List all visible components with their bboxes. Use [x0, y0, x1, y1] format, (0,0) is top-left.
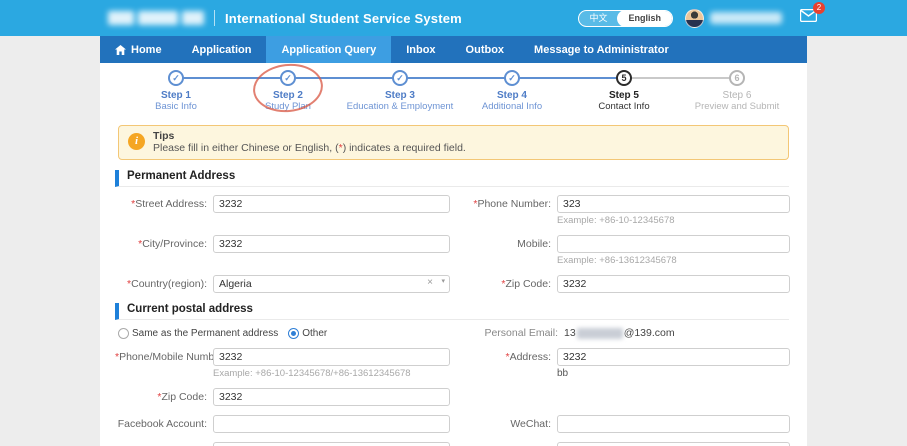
personal-email-label: Personal Email:: [457, 327, 564, 339]
wizard-step-6[interactable]: 6 Step 6 Preview and Submit: [677, 70, 797, 112]
linkedin-label: LinkedIn Account:: [115, 441, 213, 446]
zip-code-input[interactable]: [557, 275, 790, 293]
radio-same-as-permanent[interactable]: Same as the Permanent address: [118, 328, 278, 339]
personal-email-value: 13@139.com: [564, 327, 675, 339]
street-address-label: *Street Address:: [115, 194, 213, 226]
nav-application-query[interactable]: Application Query: [266, 36, 391, 63]
main-nav: Home Application Application Query Inbox…: [100, 36, 807, 63]
wizard-step-3[interactable]: ✓ Step 3 Education & Employment: [340, 70, 460, 112]
facebook-label: Facebook Account:: [115, 414, 213, 433]
system-title: International Student Service System: [225, 11, 462, 26]
step-title: Step 6: [677, 90, 797, 101]
city-province-label: *City/Province:: [115, 234, 213, 266]
info-icon: i: [128, 133, 145, 150]
step-title: Step 1: [116, 90, 236, 101]
street-address-input[interactable]: [213, 195, 450, 213]
mail-button[interactable]: 2: [800, 9, 817, 27]
lang-english-button[interactable]: English: [617, 10, 672, 27]
content-panel: ✓ Step 1 Basic Info ✓ Step 2 Study Plan …: [100, 63, 807, 446]
step-subtitle: Education & Employment: [340, 101, 460, 112]
wechat-label: WeChat:: [455, 414, 557, 433]
nav-outbox[interactable]: Outbox: [451, 36, 520, 63]
phone-example-text: Example: +86-10-12345678: [557, 215, 790, 226]
address-note: bb: [557, 368, 790, 379]
wechat-input[interactable]: [557, 415, 790, 433]
section-permanent-address: Permanent Address: [115, 170, 789, 187]
language-toggle[interactable]: 中文 English: [578, 10, 673, 27]
step-check-icon: ✓: [392, 70, 408, 86]
nav-outbox-label: Outbox: [466, 44, 505, 56]
personal-email-row: Personal Email: 13@139.com: [457, 327, 675, 339]
nav-application-label: Application: [192, 44, 252, 56]
current-zip-input[interactable]: [213, 388, 450, 406]
step-subtitle: Additional Info: [452, 101, 572, 112]
zip-code-label: *Zip Code:: [455, 274, 557, 293]
clear-icon[interactable]: ×: [427, 277, 433, 288]
radio-other[interactable]: Other: [288, 328, 327, 339]
section-current-postal-address: Current postal address: [115, 303, 789, 320]
step-number: 5: [616, 70, 632, 86]
wizard-step-5-current[interactable]: 5 Step 5 Contact Info: [564, 70, 684, 112]
email-redacted-block: [577, 328, 623, 339]
step-subtitle: Preview and Submit: [677, 101, 797, 112]
mobile-label: Mobile:: [455, 234, 557, 266]
nav-inbox[interactable]: Inbox: [391, 36, 450, 63]
phone-number-label: *Phone Number:: [455, 194, 557, 226]
radio-circle-icon: [118, 328, 129, 339]
radio-other-label: Other: [302, 328, 327, 339]
nav-application[interactable]: Application: [177, 36, 267, 63]
step-number: 6: [729, 70, 745, 86]
address-label: *Address:: [455, 347, 557, 379]
nav-message-to-admin[interactable]: Message to Administrator: [519, 36, 684, 63]
nav-home[interactable]: Home: [100, 36, 177, 63]
step-title: Step 3: [340, 90, 460, 101]
phone-mobile-input[interactable]: [213, 348, 450, 366]
country-select[interactable]: × ▾: [213, 274, 450, 293]
phone-mobile-label: *Phone/Mobile Number:: [115, 347, 213, 379]
facebook-input[interactable]: [213, 415, 450, 433]
wizard-step-4[interactable]: ✓ Step 4 Additional Info: [452, 70, 572, 112]
address-input[interactable]: [557, 348, 790, 366]
step-check-icon: ✓: [168, 70, 184, 86]
wizard-step-1[interactable]: ✓ Step 1 Basic Info: [116, 70, 236, 112]
nav-message-to-admin-label: Message to Administrator: [534, 44, 669, 56]
step-title: Step 4: [452, 90, 572, 101]
app-logo: [108, 11, 204, 25]
radio-same-label: Same as the Permanent address: [132, 328, 278, 339]
tips-title: Tips: [153, 130, 778, 142]
phone-number-input[interactable]: [557, 195, 790, 213]
home-icon: [115, 45, 126, 55]
linkedin-input[interactable]: [213, 442, 450, 446]
country-region-label: *Country(region):: [115, 274, 213, 293]
current-zip-label: *Zip Code:: [115, 387, 213, 406]
header-divider: [214, 10, 215, 26]
step-check-icon: ✓: [504, 70, 520, 86]
mobile-example-text: Example: +86-13612345678: [557, 255, 790, 266]
nav-application-query-label: Application Query: [281, 44, 376, 56]
user-avatar[interactable]: [685, 9, 704, 28]
nav-inbox-label: Inbox: [406, 44, 435, 56]
twitter-label: Twitter Account:: [455, 441, 557, 446]
radio-circle-icon: [288, 328, 299, 339]
username-redacted: [710, 12, 782, 24]
step-title: Step 5: [564, 90, 684, 101]
chevron-down-icon[interactable]: ▾: [441, 277, 445, 285]
phone-mobile-example-text: Example: +86-10-12345678/+86-13612345678: [213, 368, 450, 379]
top-header: International Student Service System 中文 …: [0, 0, 907, 36]
tips-text: Please fill in either Chinese or English…: [153, 142, 778, 154]
country-select-input[interactable]: [213, 275, 450, 293]
lang-chinese-button[interactable]: 中文: [579, 11, 617, 26]
step-subtitle: Basic Info: [116, 101, 236, 112]
twitter-input[interactable]: [557, 442, 790, 446]
city-province-input[interactable]: [213, 235, 450, 253]
tips-banner: i Tips Please fill in either Chinese or …: [118, 125, 789, 160]
step-wizard: ✓ Step 1 Basic Info ✓ Step 2 Study Plan …: [100, 63, 807, 125]
tips-text-before: Please fill in either Chinese or English…: [153, 142, 339, 154]
mobile-input[interactable]: [557, 235, 790, 253]
nav-home-label: Home: [131, 44, 162, 56]
mail-badge: 2: [813, 2, 825, 14]
step-subtitle: Contact Info: [564, 101, 684, 112]
tips-text-after: ) indicates a required field.: [343, 142, 466, 154]
